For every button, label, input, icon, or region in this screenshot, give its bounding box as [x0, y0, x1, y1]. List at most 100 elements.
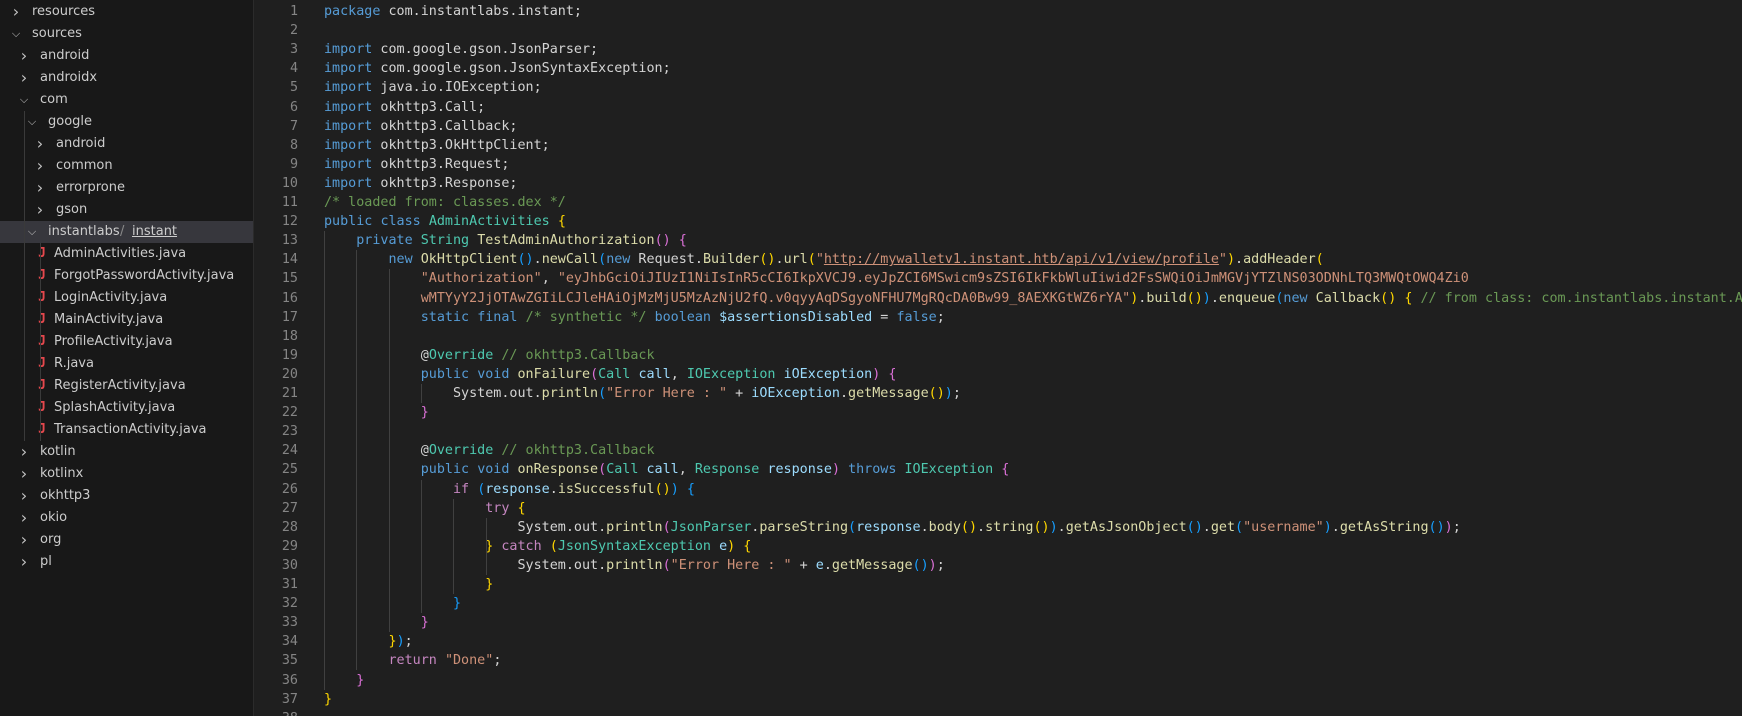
file-item-profileactivity[interactable]: J ProfileActivity.java: [0, 331, 253, 353]
code-line[interactable]: 33 }: [254, 613, 1742, 632]
chevron-right-icon[interactable]: ›: [17, 441, 31, 463]
code-token: getMessage: [848, 386, 929, 401]
chevron-down-icon[interactable]: ⌵: [17, 89, 31, 111]
file-item-registeractivity[interactable]: J RegisterActivity.java: [0, 375, 253, 397]
folder-item-android[interactable]: › android: [0, 133, 253, 155]
code-line[interactable]: 25 public void onResponse(Call call, Res…: [254, 460, 1742, 479]
chevron-right-icon[interactable]: ›: [17, 485, 31, 507]
code-line[interactable]: 21 System.out.println("Error Here : " + …: [254, 384, 1742, 403]
code-line[interactable]: 24 @Override // okhttp3.Callback: [254, 441, 1742, 460]
code-line[interactable]: 27 try {: [254, 499, 1742, 518]
code-line[interactable]: 11 /* loaded from: classes.dex */: [254, 193, 1742, 212]
code-token: com.instantlabs.instant;: [380, 4, 582, 19]
code-line[interactable]: 30 System.out.println("Error Here : " + …: [254, 556, 1742, 575]
code-line[interactable]: 18: [254, 327, 1742, 346]
code-line[interactable]: 2: [254, 21, 1742, 40]
line-number: 16: [281, 290, 298, 306]
code-token: "Done": [444, 653, 494, 669]
folder-item-org[interactable]: › org: [0, 529, 253, 551]
file-item-forgotpasswordactivity[interactable]: J ForgotPasswordActivity.java: [0, 265, 253, 287]
folder-item-com[interactable]: ⌵ com: [0, 89, 253, 111]
folder-item-common[interactable]: › common: [0, 155, 253, 177]
code-token: com.google.gson.JsonSyntaxException;: [372, 61, 671, 77]
chevron-down-icon[interactable]: ⌵: [25, 221, 39, 243]
code-line[interactable]: 3 import com.google.gson.JsonParser;: [254, 40, 1742, 59]
code-token: final: [477, 309, 518, 325]
code-token: false: [896, 309, 937, 325]
folder-item-sources[interactable]: ⌵ sources: [0, 23, 253, 45]
folder-item-kotlin[interactable]: › kotlin: [0, 441, 253, 463]
chevron-right-icon[interactable]: ›: [9, 1, 23, 23]
folder-item-pl[interactable]: › pl: [0, 551, 253, 573]
folder-item-okio[interactable]: › okio: [0, 507, 253, 529]
java-file-icon: J: [38, 356, 46, 371]
tree-item-label-compact[interactable]: instant: [132, 221, 177, 243]
code-line[interactable]: 31 }: [254, 575, 1742, 594]
code-line[interactable]: 34 });: [254, 632, 1742, 651]
code-line[interactable]: 35 return "Done";: [254, 651, 1742, 670]
code-line[interactable]: 7 import okhttp3.Callback;: [254, 117, 1742, 136]
folder-item-kotlinx[interactable]: › kotlinx: [0, 463, 253, 485]
tree-item-label: resources: [32, 4, 96, 19]
code-line[interactable]: 17 static final /* synthetic */ boolean …: [254, 308, 1742, 327]
chevron-down-icon[interactable]: ⌵: [9, 23, 23, 45]
file-item-transactionactivity[interactable]: J TransactionActivity.java: [0, 419, 253, 441]
chevron-right-icon[interactable]: ›: [17, 507, 31, 529]
chevron-right-icon[interactable]: ›: [17, 551, 31, 573]
code-line[interactable]: 8 import okhttp3.OkHttpClient;: [254, 136, 1742, 155]
code-line[interactable]: 38: [254, 709, 1742, 716]
code-line[interactable]: 10 import okhttp3.Response;: [254, 174, 1742, 193]
code-line[interactable]: 32 }: [254, 594, 1742, 613]
code-token: ): [944, 386, 953, 401]
chevron-right-icon[interactable]: ›: [17, 67, 31, 89]
folder-item-androidx[interactable]: › androidx: [0, 67, 253, 89]
code-line[interactable]: 26 if (response.isSuccessful()) {: [254, 480, 1742, 499]
code-line[interactable]: 29 } catch (JsonSyntaxException e) {: [254, 537, 1742, 556]
folder-item-instantlabs[interactable]: ⌵ instantlabs / instant: [0, 221, 253, 243]
folder-item-okhttp3[interactable]: › okhttp3: [0, 485, 253, 507]
code-line[interactable]: 16 wMTYyY2JjOTAwZGIiLCJleHAiOjMzMjU5MzAz…: [254, 289, 1742, 308]
code-line[interactable]: 13 private String TestAdminAuthorization…: [254, 231, 1742, 250]
folder-item-errorprone[interactable]: › errorprone: [0, 177, 253, 199]
file-item-adminactivities[interactable]: J AdminActivities.java: [0, 243, 253, 265]
file-item-r[interactable]: J R.java: [0, 353, 253, 375]
code-line[interactable]: 9 import okhttp3.Request;: [254, 155, 1742, 174]
code-line[interactable]: 6 import okhttp3.Call;: [254, 98, 1742, 117]
chevron-right-icon[interactable]: ›: [33, 133, 47, 155]
file-item-splashactivity[interactable]: J SplashActivity.java: [0, 397, 253, 419]
code-line[interactable]: 37}: [254, 690, 1742, 709]
chevron-down-icon[interactable]: ⌵: [25, 111, 39, 133]
code-editor[interactable]: 1 package com.instantlabs.instant; 2 3 impor…: [254, 0, 1742, 716]
chevron-right-icon[interactable]: ›: [33, 177, 47, 199]
file-item-mainactivity[interactable]: J MainActivity.java: [0, 309, 253, 331]
chevron-right-icon[interactable]: ›: [17, 529, 31, 551]
code-line[interactable]: 5 import java.io.IOException;: [254, 78, 1742, 97]
code-token: ): [1323, 519, 1332, 535]
chevron-right-icon[interactable]: ›: [17, 463, 31, 485]
folder-item-resources[interactable]: › resources: [0, 1, 253, 23]
code-line[interactable]: 36 }: [254, 671, 1742, 690]
code-line[interactable]: 15 "Authorization", "eyJhbGciOiJIUzI1NiI…: [254, 269, 1742, 288]
code-line[interactable]: 22 }: [254, 403, 1742, 422]
code-token: }: [388, 634, 397, 650]
tree-item-label: com: [40, 92, 68, 107]
folder-item-google[interactable]: ⌵ google: [0, 111, 253, 133]
chevron-right-icon[interactable]: ›: [33, 199, 47, 221]
code-text: });: [324, 632, 413, 651]
chevron-right-icon[interactable]: ›: [33, 155, 47, 177]
code-token: .: [1057, 519, 1066, 535]
chevron-right-icon[interactable]: ›: [17, 45, 31, 67]
code-line[interactable]: 20 public void onFailure(Call call, IOEx…: [254, 365, 1742, 384]
code-line[interactable]: 12 public class AdminActivities {: [254, 212, 1742, 231]
code-line[interactable]: 19 @Override // okhttp3.Callback: [254, 346, 1742, 365]
code-line[interactable]: 4 import com.google.gson.JsonSyntaxExcept…: [254, 59, 1742, 78]
code-line[interactable]: 1 package com.instantlabs.instant;: [254, 2, 1742, 21]
code-line[interactable]: 28 System.out.println(JsonParser.parseSt…: [254, 518, 1742, 537]
file-item-loginactivity[interactable]: J LoginActivity.java: [0, 287, 253, 309]
code-line[interactable]: 23: [254, 422, 1742, 441]
code-line[interactable]: 14 new OkHttpClient().newCall(new Reques…: [254, 250, 1742, 269]
folder-item-android[interactable]: › android: [0, 45, 253, 67]
tree-item-label: androidx: [40, 70, 98, 85]
folder-item-gson[interactable]: › gson: [0, 199, 253, 221]
